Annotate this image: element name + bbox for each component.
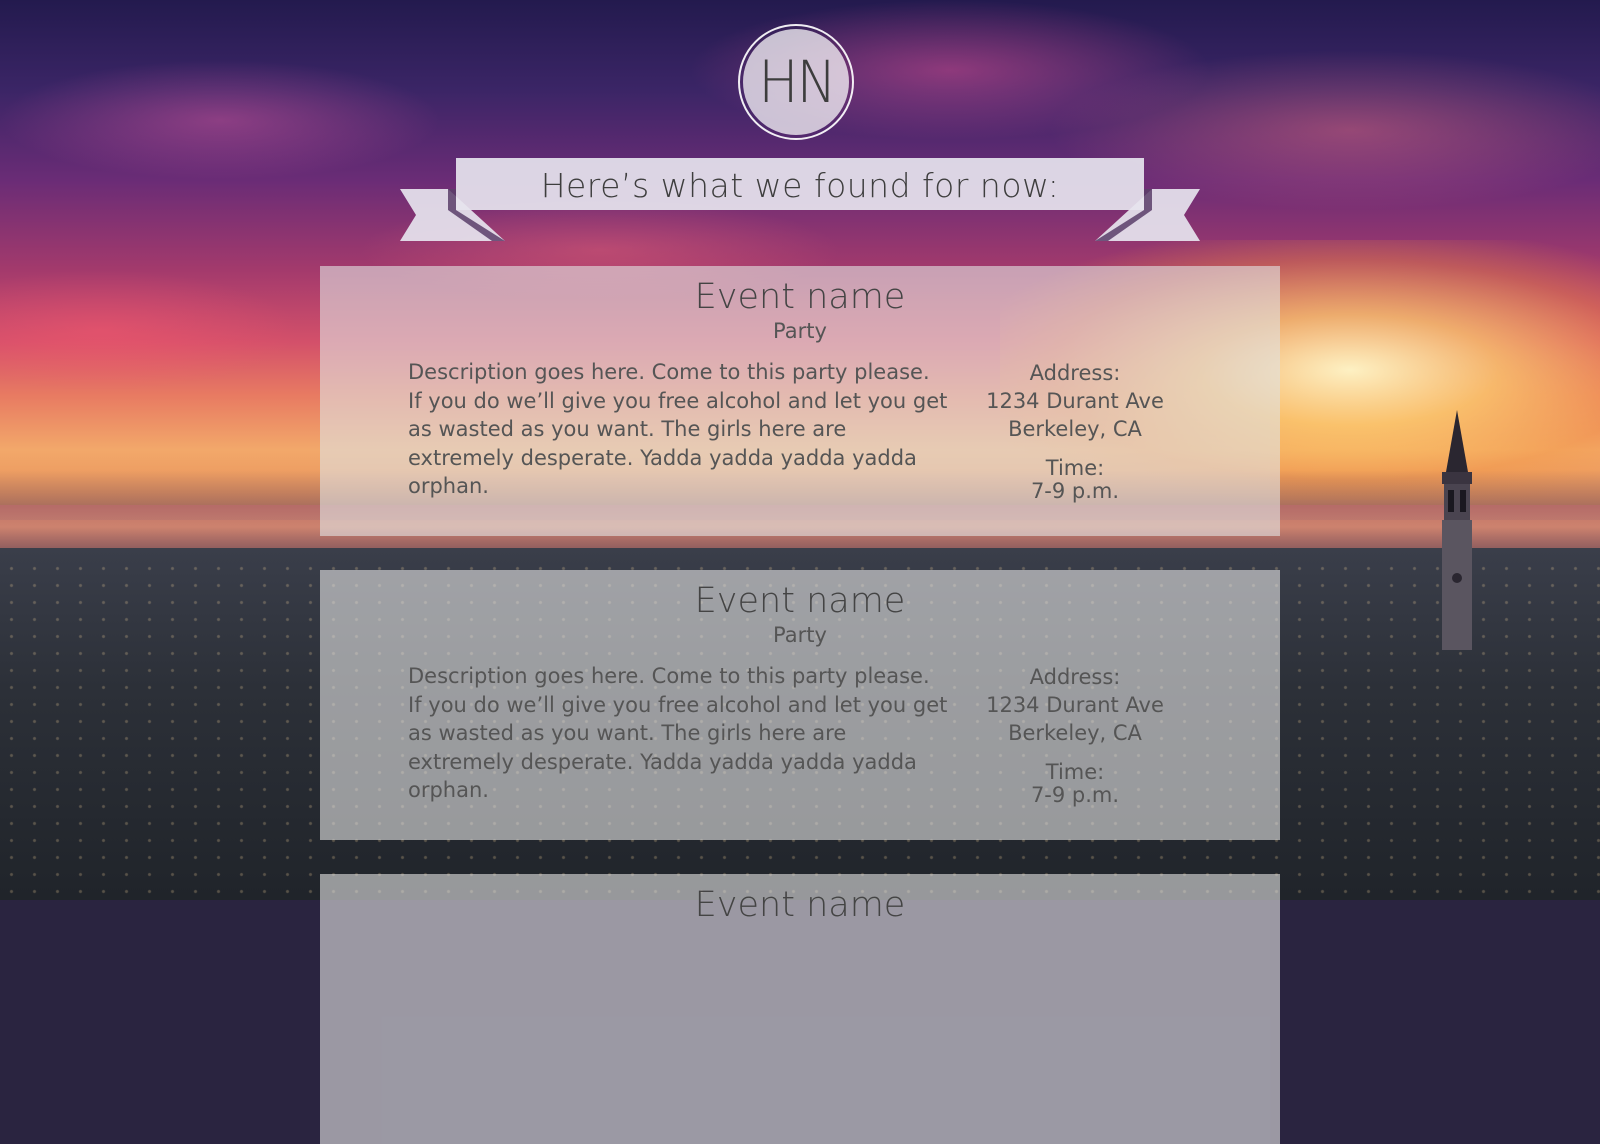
address-label: Address: xyxy=(1029,665,1121,689)
event-name: Event name xyxy=(694,581,906,621)
event-description: Description goes here. Come to this part… xyxy=(408,360,948,498)
campanile-tower-icon xyxy=(1442,410,1472,650)
event-type: Party xyxy=(773,623,827,647)
event-details: Address: 1234 Durant Ave Berkeley, CA Ti… xyxy=(960,359,1190,503)
hn-logo[interactable]: HN xyxy=(738,24,854,140)
logo-text: HN xyxy=(757,48,836,116)
address-line-1: 1234 Durant Ave xyxy=(986,389,1164,413)
event-name: Event name xyxy=(694,277,906,317)
event-details xyxy=(960,967,1190,981)
event-card[interactable]: Event name Party Description goes here. … xyxy=(320,266,1280,536)
event-name: Event name xyxy=(694,885,906,925)
event-type: Party xyxy=(773,319,827,343)
time-label: Time: xyxy=(1045,456,1105,480)
time-value: 7-9 p.m. xyxy=(1030,479,1120,503)
event-card[interactable]: Event name Party Description goes here. … xyxy=(320,570,1280,840)
address-line-2: Berkeley, CA xyxy=(1008,721,1142,745)
address-line-2: Berkeley, CA xyxy=(1008,417,1142,441)
address-label: Address: xyxy=(1029,361,1121,385)
results-banner: Here’s what we found for now: xyxy=(400,158,1200,248)
event-card[interactable]: Event name xyxy=(320,874,1280,1144)
address-line-1: 1234 Durant Ave xyxy=(986,693,1164,717)
time-label: Time: xyxy=(1045,760,1105,784)
event-description: Description goes here. Come to this part… xyxy=(408,664,948,802)
event-list: Event name Party Description goes here. … xyxy=(320,266,1280,1144)
event-details: Address: 1234 Durant Ave Berkeley, CA Ti… xyxy=(960,663,1190,807)
banner-title: Here’s what we found for now: xyxy=(540,165,1060,205)
time-value: 7-9 p.m. xyxy=(1030,783,1120,807)
